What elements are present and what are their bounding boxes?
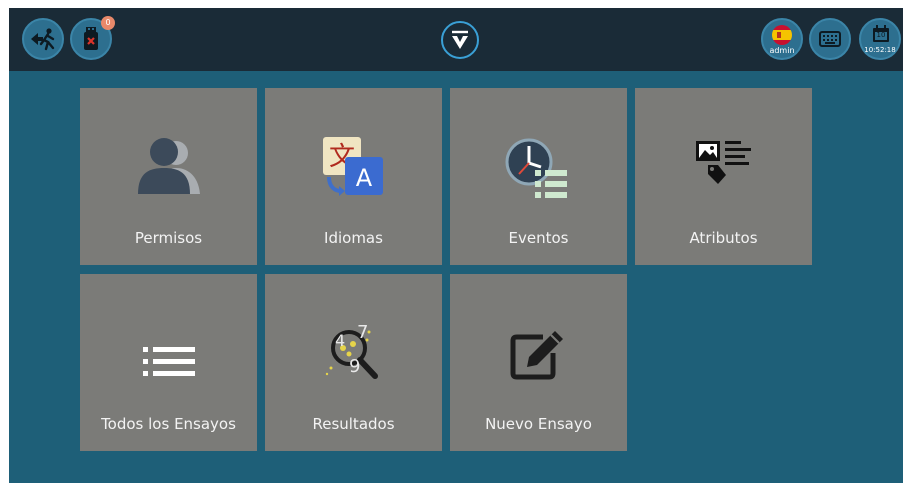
tile-label: Nuevo Ensayo — [485, 415, 592, 433]
tile-label: Permisos — [134, 229, 203, 247]
edit-icon — [450, 274, 627, 414]
usb-drive-icon — [82, 26, 100, 52]
users-icon — [80, 88, 257, 228]
svg-text:A: A — [355, 164, 372, 192]
tile-eventos[interactable]: Eventos — [450, 88, 627, 265]
tile-permisos[interactable]: Permisos — [80, 88, 257, 265]
svg-text:7: 7 — [357, 322, 368, 343]
tile-nuevo-ensayo[interactable]: Nuevo Ensayo — [450, 274, 627, 451]
tile-label: Idiomas — [324, 229, 383, 247]
exit-run-icon — [29, 27, 57, 51]
exit-button[interactable] — [22, 18, 64, 60]
translate-icon: 文 A — [265, 88, 442, 228]
keyboard-icon — [819, 31, 841, 47]
spain-flag-icon — [772, 25, 792, 45]
user-name: admin — [769, 46, 795, 55]
tile-label: Eventos — [508, 229, 569, 247]
v-logo-icon — [449, 28, 471, 52]
language-user-button[interactable]: admin — [761, 18, 803, 60]
tile-todos-los-ensayos[interactable]: Todos los Ensayos — [80, 274, 257, 451]
keyboard-button[interactable] — [809, 18, 851, 60]
app-window: 0 admin 10 10:52:18 Permisos 文 A Idiomas… — [9, 8, 903, 483]
usb-count-badge: 0 — [101, 16, 115, 30]
calendar-icon: 10 — [872, 25, 890, 43]
logo[interactable] — [441, 21, 479, 59]
svg-text:9: 9 — [349, 356, 360, 377]
calendar-clock-button[interactable]: 10 10:52:18 — [859, 18, 901, 60]
usb-button[interactable]: 0 — [70, 16, 115, 60]
clock-list-icon — [450, 88, 627, 228]
tile-atributos[interactable]: Atributos — [635, 88, 812, 265]
clock-time: 10:52:18 — [864, 46, 896, 54]
tile-label: Todos los Ensayos — [101, 415, 236, 433]
tile-label: Resultados — [312, 415, 395, 433]
attributes-icon — [635, 88, 812, 228]
svg-text:4: 4 — [335, 331, 345, 350]
tile-idiomas[interactable]: 文 A Idiomas — [265, 88, 442, 265]
list-icon — [80, 274, 257, 414]
top-bar: 0 admin 10 10:52:18 — [9, 8, 903, 71]
calendar-day: 10 — [876, 31, 886, 39]
tile-label: Atributos — [689, 229, 758, 247]
tile-resultados[interactable]: 4 7 9 Resultados — [265, 274, 442, 451]
results-search-icon: 4 7 9 — [265, 274, 442, 414]
